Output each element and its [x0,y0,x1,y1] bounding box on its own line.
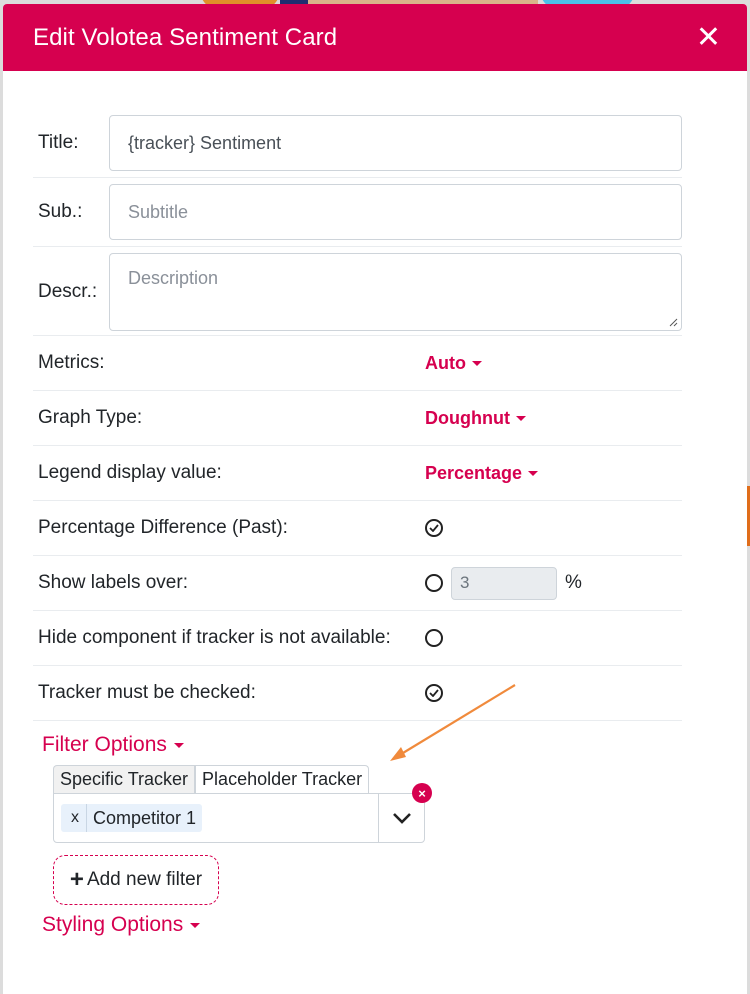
show-labels-label: Show labels over: [38,572,188,593]
description-placeholder: Description [128,268,219,288]
tracker-checked-row: Tracker must be checked: [33,666,682,721]
caret-down-icon [471,361,482,367]
tracker-select[interactable]: x Competitor 1 × [53,783,432,843]
resize-handle-icon[interactable] [668,317,678,327]
clear-selection-button[interactable]: × [412,783,432,803]
close-icon[interactable]: ✕ [696,22,721,53]
modal-title: Edit Volotea Sentiment Card [33,23,338,51]
pct-diff-checkbox[interactable] [425,519,443,537]
subtitle-row: Sub.: Subtitle [33,178,682,247]
graph-type-label: Graph Type: [38,407,143,428]
tracker-checked-label: Tracker must be checked: [38,682,256,703]
description-textarea[interactable]: Description [109,253,682,331]
chip-label: Competitor 1 [93,807,197,828]
pct-diff-label: Percentage Difference (Past): [38,517,288,538]
legend-row: Legend display value: Percentage [33,446,682,501]
styling-options-toggle[interactable]: Styling Options [42,913,201,937]
show-labels-row: Show labels over: 3 % [33,556,682,611]
chip-remove-button[interactable]: x [61,804,87,832]
filter-options-label: Filter Options [42,733,167,756]
title-input[interactable]: {tracker} Sentiment [109,115,682,171]
filter-options-toggle[interactable]: Filter Options [42,733,184,757]
graph-type-value: Doughnut [425,407,510,428]
tab-placeholder-tracker[interactable]: Placeholder Tracker [195,765,370,793]
show-labels-threshold-input[interactable]: 3 [451,566,557,600]
pct-diff-row: Percentage Difference (Past): [33,501,682,556]
add-filter-button[interactable]: + Add new filter [53,855,219,905]
hide-component-label: Hide component if tracker is not availab… [38,627,391,648]
legend-value: Percentage [425,462,523,483]
filter-section: Filter Options Specific Tracker Placehol… [3,733,747,937]
graph-type-row: Graph Type: Doughnut [33,391,682,446]
check-icon [429,524,439,532]
description-label: Descr.: [38,281,98,302]
check-icon [429,689,439,697]
title-row: Title: {tracker} Sentiment [33,109,682,178]
metrics-value: Auto [425,352,466,373]
modal-header: Edit Volotea Sentiment Card ✕ [3,4,747,71]
caret-down-icon [528,471,539,477]
edit-card-modal: Edit Volotea Sentiment Card ✕ Title: {tr… [3,4,747,994]
hide-component-row: Hide component if tracker is not availab… [33,611,682,666]
caret-down-icon [190,922,201,928]
legend-label: Legend display value: [38,462,222,483]
subtitle-input[interactable]: Subtitle [109,184,682,240]
add-filter-label: Add new filter [86,869,203,890]
percent-unit: % [565,572,582,593]
metrics-dropdown[interactable]: Auto [425,353,482,374]
description-row: Descr.: Description [33,247,682,336]
subtitle-label: Sub.: [38,201,83,222]
metrics-row: Metrics: Auto [33,336,682,391]
tracker-checked-checkbox[interactable] [425,684,443,702]
title-label: Title: [38,132,79,153]
graph-type-dropdown[interactable]: Doughnut [425,408,526,429]
hide-component-checkbox[interactable] [425,629,443,647]
show-labels-checkbox[interactable] [425,574,443,592]
filter-tabs: Specific Tracker Placeholder Tracker [53,765,747,793]
plus-icon: + [69,866,84,893]
form-body: Title: {tracker} Sentiment Sub.: Subtitl… [3,71,747,721]
legend-dropdown[interactable]: Percentage [425,462,539,484]
caret-down-icon [515,416,526,422]
metrics-label: Metrics: [38,352,105,373]
caret-down-icon [173,742,184,748]
styling-options-label: Styling Options [42,913,184,936]
selected-tracker-chip: x Competitor 1 [61,804,203,832]
tab-specific-tracker[interactable]: Specific Tracker [53,765,196,793]
